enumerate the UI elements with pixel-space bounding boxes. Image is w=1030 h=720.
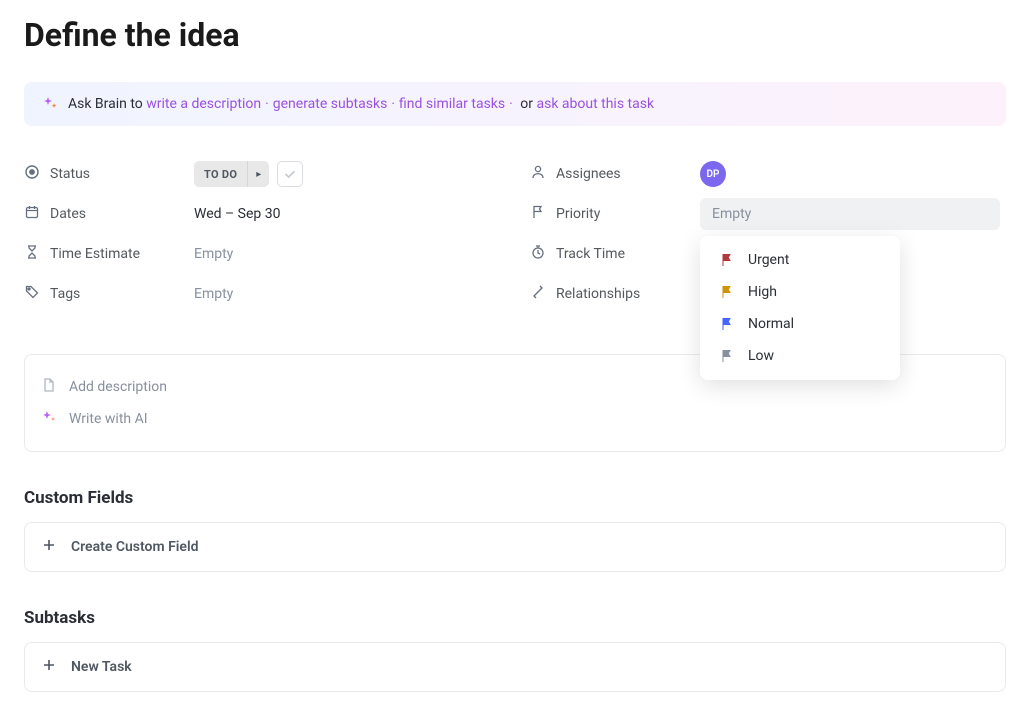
stopwatch-icon <box>530 244 546 264</box>
brain-link-ask[interactable]: ask about this task <box>537 96 655 112</box>
hourglass-icon <box>24 244 40 264</box>
flag-high-icon <box>720 285 734 299</box>
priority-input[interactable]: Empty Urgent High Normal <box>700 198 1000 230</box>
status-icon <box>24 164 40 184</box>
calendar-icon <box>24 204 40 224</box>
relationships-icon <box>530 284 546 304</box>
status-label: Status <box>50 166 90 182</box>
create-custom-field[interactable]: Create Custom Field <box>24 522 1006 572</box>
person-icon <box>530 164 546 184</box>
field-tags: Tags Empty <box>24 274 500 314</box>
field-time-estimate: Time Estimate Empty <box>24 234 500 274</box>
tags-label: Tags <box>50 286 80 302</box>
custom-fields-heading: Custom Fields <box>24 488 1006 508</box>
brain-text: Ask Brain to write a description·generat… <box>68 96 654 112</box>
field-assignees: Assignees DP <box>530 154 1006 194</box>
brain-link-similar[interactable]: find similar tasks <box>399 96 505 112</box>
subtasks-heading: Subtasks <box>24 608 1006 628</box>
status-next-icon[interactable]: ▸ <box>247 161 269 187</box>
document-icon <box>41 377 57 397</box>
write-with-ai[interactable]: Write with AI <box>41 403 989 435</box>
field-status: Status TO DO ▸ <box>24 154 500 194</box>
priority-option-urgent[interactable]: Urgent <box>700 244 900 276</box>
tag-icon <box>24 284 40 304</box>
time-estimate-label: Time Estimate <box>50 246 140 262</box>
brain-link-subtasks[interactable]: generate subtasks <box>273 96 388 112</box>
field-dates: Dates Wed – Sep 30 <box>24 194 500 234</box>
fields-grid: Status TO DO ▸ Assignees DP Dates Wed – … <box>24 154 1006 314</box>
priority-dropdown: Urgent High Normal Low <box>700 236 900 380</box>
status-pill[interactable]: TO DO ▸ <box>194 161 269 187</box>
brain-banner: Ask Brain to write a description·generat… <box>24 82 1006 126</box>
plus-icon <box>41 537 57 557</box>
complete-button[interactable] <box>277 161 303 187</box>
time-estimate-value[interactable]: Empty <box>194 246 233 262</box>
priority-label: Priority <box>556 206 600 222</box>
flag-normal-icon <box>720 317 734 331</box>
dates-label: Dates <box>50 206 86 222</box>
new-task[interactable]: New Task <box>24 642 1006 692</box>
sparkle-icon <box>41 409 57 429</box>
track-time-label: Track Time <box>556 246 625 262</box>
brain-link-write[interactable]: write a description <box>146 96 261 112</box>
dates-value[interactable]: Wed – Sep 30 <box>194 206 280 222</box>
sparkle-icon <box>42 96 58 112</box>
priority-option-normal[interactable]: Normal <box>700 308 900 340</box>
page-title: Define the idea <box>24 16 1006 54</box>
assignees-label: Assignees <box>556 166 621 182</box>
field-priority: Priority Empty Urgent High Normal <box>530 194 1006 234</box>
tags-value[interactable]: Empty <box>194 286 233 302</box>
plus-icon <box>41 657 57 677</box>
flag-urgent-icon <box>720 253 734 267</box>
flag-low-icon <box>720 349 734 363</box>
flag-icon <box>530 204 546 224</box>
priority-option-low[interactable]: Low <box>700 340 900 372</box>
avatar[interactable]: DP <box>700 161 726 187</box>
relationships-label: Relationships <box>556 286 640 302</box>
priority-option-high[interactable]: High <box>700 276 900 308</box>
